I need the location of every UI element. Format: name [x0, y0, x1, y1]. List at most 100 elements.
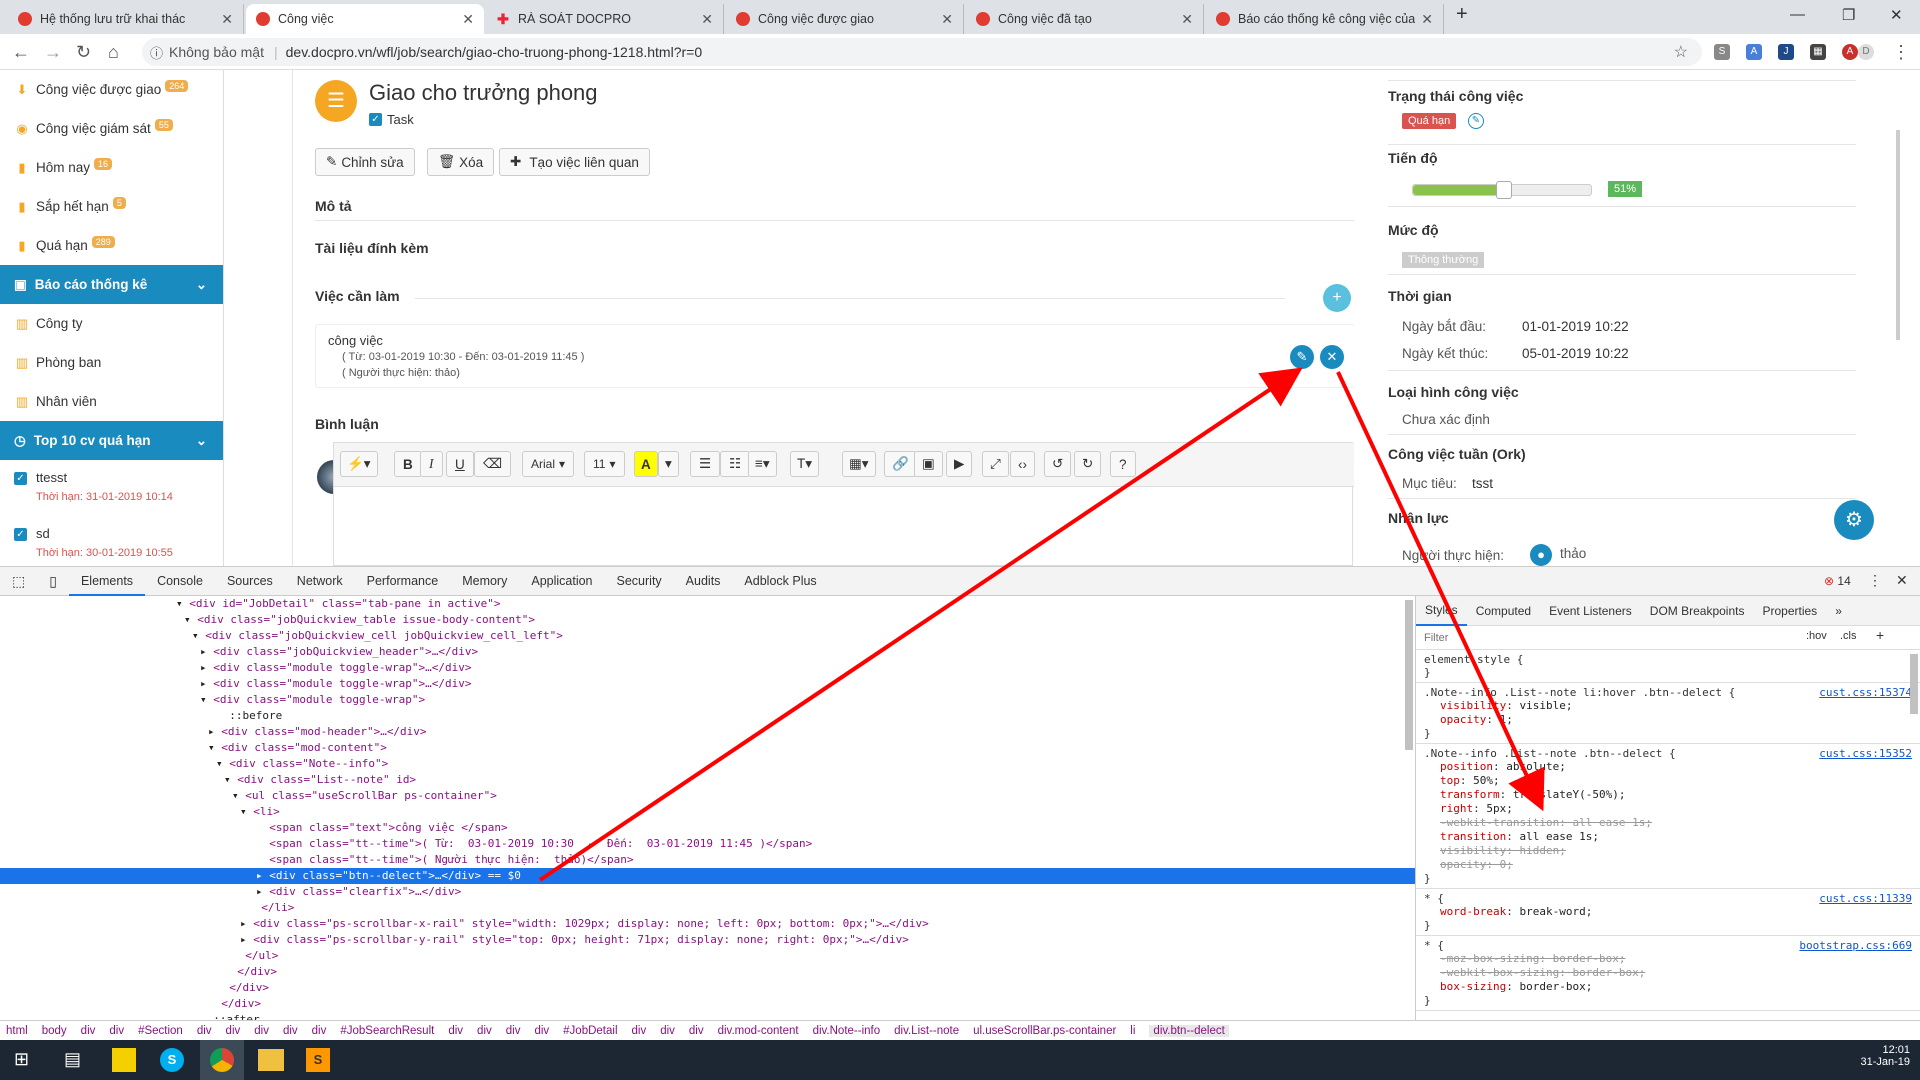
- css-property[interactable]: word-break: break-word;: [1424, 905, 1912, 919]
- breadcrumb-item[interactable]: li: [1130, 1025, 1135, 1037]
- font-family-select[interactable]: Arial ▾: [522, 451, 575, 477]
- table-icon[interactable]: ▦▾: [842, 451, 876, 477]
- sidebar-item-assigned[interactable]: ⬇ Công việc được giao 264: [0, 70, 223, 109]
- delete-todo-button[interactable]: ✕: [1320, 345, 1344, 369]
- dom-node-line[interactable]: ▾ <div class="Note--info">: [0, 756, 1415, 772]
- breadcrumb-item[interactable]: div: [254, 1025, 269, 1037]
- dom-node-line[interactable]: </div>: [0, 996, 1415, 1012]
- breadcrumb-item[interactable]: div.mod-content: [718, 1025, 799, 1037]
- expand-toggle-icon[interactable]: ▸: [200, 677, 213, 690]
- devtools-close-icon[interactable]: ✕: [1896, 572, 1908, 589]
- maximize-icon[interactable]: ❐: [1842, 6, 1855, 24]
- add-todo-button[interactable]: +: [1323, 284, 1351, 312]
- breadcrumb-item[interactable]: #JobDetail: [563, 1025, 617, 1037]
- sidebar-item-employee[interactable]: ▥ Nhân viên: [0, 382, 223, 421]
- css-property[interactable]: position: absolute;: [1424, 760, 1912, 774]
- expand-toggle-icon[interactable]: ▸: [240, 933, 253, 946]
- dom-node-line[interactable]: ::after: [0, 1012, 1415, 1020]
- device-toggle-icon[interactable]: ▯: [37, 567, 69, 596]
- extension-s-icon[interactable]: S: [1714, 44, 1730, 60]
- sidebar-section-reports[interactable]: ▣ Báo cáo thống kê ⌄: [0, 265, 223, 304]
- expand-toggle-icon[interactable]: [256, 853, 269, 866]
- description-heading[interactable]: Mô tả: [315, 198, 352, 214]
- breadcrumb-item[interactable]: #Section: [138, 1025, 183, 1037]
- dom-node-line[interactable]: ▸ <div class="clearfix">…</div>: [0, 884, 1415, 900]
- breadcrumb-item[interactable]: div: [312, 1025, 327, 1037]
- breadcrumb-item[interactable]: div: [197, 1025, 212, 1037]
- eraser-icon[interactable]: ⌫: [474, 451, 512, 477]
- expand-toggle-icon[interactable]: [232, 949, 245, 962]
- bookmark-star-icon[interactable]: ☆: [1674, 42, 1688, 62]
- dom-node-line[interactable]: </li>: [0, 900, 1415, 916]
- expand-toggle-icon[interactable]: ▾: [176, 597, 189, 610]
- expand-toggle-icon[interactable]: [256, 821, 269, 834]
- expand-toggle-icon[interactable]: [208, 997, 221, 1010]
- browser-tab[interactable]: Báo cáo thống kê công việc của ✕: [1206, 4, 1444, 34]
- css-rule[interactable]: .Note--info .List--note .btn--delect {cu…: [1416, 744, 1920, 889]
- css-property[interactable]: -webkit-transition: all ease 1s;: [1424, 816, 1912, 830]
- task-view-icon[interactable]: ▤: [64, 1049, 81, 1070]
- browser-tab[interactable]: ✚ RÀ SOÁT DOCPRO ✕: [486, 4, 724, 34]
- devtools-tab-elements[interactable]: Elements: [68, 567, 146, 596]
- devtools-tab-network[interactable]: Network: [285, 567, 355, 596]
- breadcrumb-item[interactable]: div: [109, 1025, 124, 1037]
- breadcrumb-item[interactable]: div: [448, 1025, 463, 1037]
- progress-handle[interactable]: [1495, 181, 1512, 199]
- expand-toggle-icon[interactable]: ▸: [256, 885, 269, 898]
- todo-item[interactable]: công việc ( Từ: 03-01-2019 10:30 - Đến: …: [315, 324, 1354, 388]
- dom-scrollbar[interactable]: [1405, 600, 1413, 750]
- css-property-name[interactable]: opacity: [1440, 858, 1486, 871]
- breadcrumb-item[interactable]: div: [226, 1025, 241, 1037]
- new-tab-icon[interactable]: +: [1456, 3, 1468, 26]
- color-dropdown-button[interactable]: ▾: [658, 451, 679, 477]
- breadcrumb-item[interactable]: html: [6, 1025, 28, 1037]
- link-icon[interactable]: 🔗: [884, 451, 917, 477]
- todo-heading[interactable]: Việc cần làm: [315, 288, 400, 304]
- css-property-name[interactable]: visibility: [1440, 699, 1506, 712]
- breadcrumb-item[interactable]: div: [506, 1025, 521, 1037]
- css-property-name[interactable]: transition: [1440, 830, 1506, 843]
- progress-slider[interactable]: [1412, 181, 1592, 199]
- devtools-tab-application[interactable]: Application: [519, 567, 604, 596]
- dom-node-line[interactable]: ▸ <div class="module toggle-wrap">…</div…: [0, 676, 1415, 692]
- sidebar-item-company[interactable]: ▥ Công ty: [0, 304, 223, 343]
- italic-button[interactable]: I: [420, 451, 443, 477]
- css-property-value[interactable]: all ease 1s;: [1572, 816, 1651, 829]
- bullet-list-icon[interactable]: ☰: [690, 451, 721, 477]
- breadcrumb-item[interactable]: div: [477, 1025, 492, 1037]
- expand-toggle-icon[interactable]: ▾: [232, 789, 245, 802]
- dom-node-line[interactable]: ▾ <div class="module toggle-wrap">: [0, 692, 1415, 708]
- css-property[interactable]: top: 50%;: [1424, 774, 1912, 788]
- event-listeners-tab[interactable]: Event Listeners: [1540, 604, 1641, 618]
- dom-node-line[interactable]: ▸ <div class="mod-header">…</div>: [0, 724, 1415, 740]
- numbered-list-icon[interactable]: ☷: [720, 451, 751, 477]
- css-property-name[interactable]: position: [1440, 760, 1493, 773]
- expand-toggle-icon[interactable]: ▸: [200, 645, 213, 658]
- breadcrumb-item[interactable]: body: [42, 1025, 67, 1037]
- css-property-name[interactable]: top: [1440, 774, 1460, 787]
- css-rule[interactable]: .Note--info .List--note li:hover .btn--d…: [1416, 683, 1920, 744]
- close-tab-icon[interactable]: ✕: [462, 11, 474, 28]
- browser-tab[interactable]: Công việc được giao ✕: [726, 4, 964, 34]
- dom-node-line[interactable]: <span class="tt--time">( Từ: 03-01-2019 …: [0, 836, 1415, 852]
- expand-toggle-icon[interactable]: ▸: [200, 661, 213, 674]
- css-source-link[interactable]: cust.css:15352: [1819, 747, 1912, 760]
- css-source-link[interactable]: cust.css:11339: [1819, 892, 1912, 905]
- dom-node-line[interactable]: ▸ <div class="btn--delect">…</div> == $0: [0, 868, 1415, 884]
- hover-state-toggle[interactable]: :hov: [1806, 630, 1827, 642]
- css-property[interactable]: right: 5px;: [1424, 802, 1912, 816]
- devtools-tab-audits[interactable]: Audits: [674, 567, 733, 596]
- comment-editor[interactable]: ⚡▾ B I U ⌫ Arial ▾ 11 ▾ A ▾ ☰ ☷ ≡▾ T▾ ▦▾ 🔗…: [333, 442, 1354, 566]
- underline-button[interactable]: U: [446, 451, 474, 477]
- breadcrumb-item[interactable]: div.Note--info: [813, 1025, 881, 1037]
- css-property-name[interactable]: -moz-box-sizing: [1440, 952, 1539, 965]
- settings-fab[interactable]: ⚙: [1834, 500, 1874, 540]
- page-scrollbar[interactable]: [1896, 130, 1900, 340]
- css-property[interactable]: visibility: hidden;: [1424, 844, 1912, 858]
- dom-node-line[interactable]: ▸ <div class="jobQuickview_header">…</di…: [0, 644, 1415, 660]
- css-property-name[interactable]: word-break: [1440, 905, 1506, 918]
- sidebar-item-overdue[interactable]: ▮ Quá hạn 289: [0, 226, 223, 265]
- skype-icon[interactable]: S: [160, 1048, 184, 1072]
- css-property-value[interactable]: break-word;: [1519, 905, 1592, 918]
- css-property[interactable]: opacity: 0;: [1424, 858, 1912, 872]
